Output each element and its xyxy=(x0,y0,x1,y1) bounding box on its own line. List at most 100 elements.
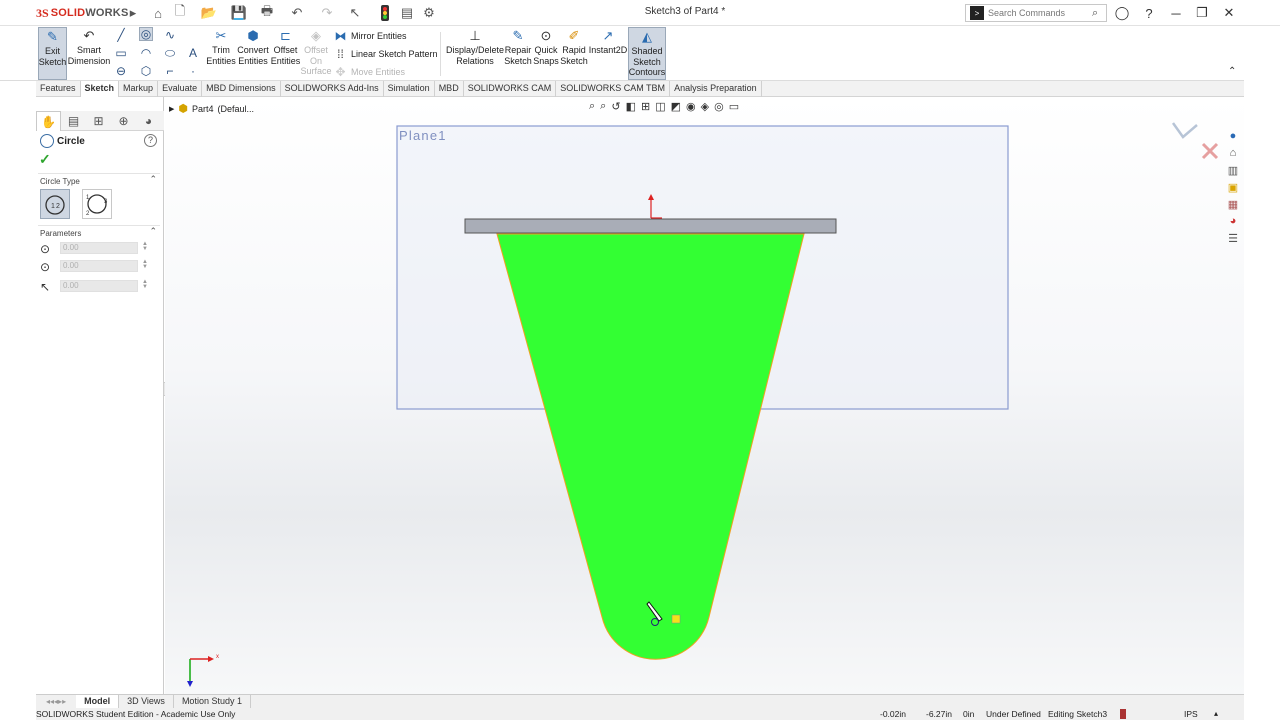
tab-features[interactable]: Features xyxy=(36,81,81,97)
task-pane-icons: ● ⌂ ▥ ▣ ▦ ◕ ☰ xyxy=(1225,128,1243,247)
smart-dimension-button[interactable]: ↶ Smart Dimension xyxy=(68,27,111,66)
feature-tree-tab-icon[interactable]: ▤ xyxy=(61,111,86,131)
polygon-icon[interactable]: ⬡ xyxy=(139,64,153,78)
tab-sketch[interactable]: Sketch xyxy=(80,81,120,97)
center-y-input[interactable]: 0.00 xyxy=(60,260,138,272)
restore-icon[interactable]: ❐ xyxy=(1192,4,1212,22)
rapid-sketch-button[interactable]: ✐ Rapid Sketch xyxy=(560,27,588,66)
file-explorer-icon[interactable]: ▣ xyxy=(1225,179,1241,195)
linear-pattern-icon: ⁞⁞ xyxy=(337,47,344,61)
text-icon[interactable]: A xyxy=(186,46,200,60)
instant2d-button[interactable]: ↗ Instant2D xyxy=(589,27,628,56)
circle-icon[interactable]: ◎ xyxy=(139,27,153,41)
fillet-icon[interactable]: ⌐ xyxy=(163,64,177,78)
repair-sketch-button[interactable]: ✎ Repair Sketch xyxy=(504,27,532,66)
print-icon[interactable]: 🖶 xyxy=(258,3,276,22)
undo-icon[interactable]: ↶ xyxy=(288,4,306,22)
center-circle-type-button[interactable]: 12 xyxy=(40,189,70,219)
tab-mbd-dimensions[interactable]: MBD Dimensions xyxy=(202,81,281,97)
spline-icon[interactable]: ∿ xyxy=(163,28,177,42)
exit-sketch-button[interactable]: ✎ Exit Sketch xyxy=(38,27,67,80)
tab-motion-study-1[interactable]: Motion Study 1 xyxy=(174,695,251,708)
custom-properties-icon[interactable]: ☰ xyxy=(1225,230,1241,246)
ribbon-divider xyxy=(440,32,441,76)
new-document-icon[interactable]: 🗋 xyxy=(171,3,189,22)
spin-y[interactable]: ▲ ▼ xyxy=(142,259,148,270)
tab-simulation[interactable]: Simulation xyxy=(384,81,435,97)
search-icon[interactable]: ⌕ xyxy=(1092,7,1106,20)
rebuild-traffic-light-icon[interactable] xyxy=(376,4,394,22)
center-x-input[interactable]: 0.00 xyxy=(60,242,138,254)
search-commands[interactable]: > Search Commands ⌕ xyxy=(965,4,1107,22)
dimxpert-tab-icon[interactable]: ⊕ xyxy=(111,111,136,131)
home-pane-icon[interactable]: ⌂ xyxy=(1225,145,1241,161)
point-icon[interactable]: · xyxy=(186,64,200,78)
expand-menu-icon[interactable]: ▸ xyxy=(124,4,142,22)
tab-analysis-preparation[interactable]: Analysis Preparation xyxy=(670,81,762,97)
configuration-tab-icon[interactable]: ⊞ xyxy=(86,111,111,131)
graphics-area[interactable]: ▶ ⬢ Part4 (Defaul... ⌕ ⌕ ↺ ◧ ⊞ ◫ ◩ ◉ ◈ ◎… xyxy=(165,97,1244,694)
tab-scroll-arrows-icon[interactable]: ◂◂◂▸▸ xyxy=(36,697,76,706)
rectangle-icon[interactable]: ▭ xyxy=(114,46,128,60)
move-entities-button[interactable]: ✥ Move Entities xyxy=(334,65,405,79)
tab-markup[interactable]: Markup xyxy=(119,81,159,97)
solidworks-resources-icon[interactable]: ● xyxy=(1225,128,1241,144)
trim-entities-button[interactable]: ✂ Trim Entities xyxy=(206,27,236,66)
help-button[interactable]: ? xyxy=(144,134,157,147)
tab-model[interactable]: Model xyxy=(76,695,120,708)
slot-icon[interactable]: ⊖ xyxy=(114,64,128,78)
radius-input[interactable]: 0.00 xyxy=(60,280,138,292)
tab-solidworks-cam-tbm[interactable]: SOLIDWORKS CAM TBM xyxy=(556,81,671,97)
terminal-icon: > xyxy=(970,6,984,20)
sketch-canvas[interactable]: x Plane1 xyxy=(165,97,1244,694)
quick-snaps-button[interactable]: ⊙ Quick Snaps xyxy=(533,27,559,66)
close-icon[interactable]: ✕ xyxy=(1219,4,1239,22)
arc-icon[interactable]: ◠ xyxy=(139,46,153,60)
file-properties-icon[interactable]: ▤ xyxy=(398,4,416,22)
shaded-sketch-contours-button[interactable]: ◭ Shaded Sketch Contours xyxy=(628,27,666,80)
line-icon[interactable]: ╱ xyxy=(114,28,128,42)
collapse-chevron-icon[interactable]: ⌃ xyxy=(149,174,157,185)
cursor-z: 0in xyxy=(963,709,975,719)
property-manager-tab-icon[interactable]: ✋ xyxy=(36,111,61,131)
design-library-icon[interactable]: ▥ xyxy=(1225,162,1241,178)
tab-mbd[interactable]: MBD xyxy=(435,81,464,97)
redo-icon[interactable]: ↷ xyxy=(318,4,336,22)
offset-entities-button[interactable]: ⊏ Offset Entities xyxy=(270,27,301,66)
confirmation-corner[interactable] xyxy=(1171,122,1219,160)
top-plate[interactable] xyxy=(464,218,837,234)
rebuild-indicator-icon[interactable] xyxy=(1120,709,1126,719)
view-palette-icon[interactable]: ▦ xyxy=(1225,196,1241,212)
display-manager-tab-icon[interactable]: ◕ xyxy=(136,111,161,131)
editing-state: Editing Sketch3 xyxy=(1048,709,1108,719)
linear-sketch-pattern-button[interactable]: ⁞⁞ Linear Sketch Pattern xyxy=(334,47,437,61)
ok-checkmark-icon[interactable]: ✓ xyxy=(39,151,51,168)
open-folder-icon[interactable]: 📂 xyxy=(200,4,218,22)
save-icon[interactable]: 💾 xyxy=(230,4,248,22)
mirror-entities-button[interactable]: ⧓ Mirror Entities xyxy=(334,29,407,43)
user-account-icon[interactable]: ◯ xyxy=(1112,4,1132,22)
ellipse-icon[interactable]: ⬭ xyxy=(163,46,177,60)
perimeter-circle-type-button[interactable]: 132 xyxy=(82,189,112,219)
display-delete-relations-button[interactable]: ⊥ Display/Delete Relations xyxy=(446,27,504,66)
shaded-sketch-contour[interactable] xyxy=(496,233,805,660)
search-input[interactable]: Search Commands xyxy=(988,8,1092,18)
options-gear-icon[interactable]: ⚙ xyxy=(420,4,438,22)
tab-solidworks-cam[interactable]: SOLIDWORKS CAM xyxy=(464,81,557,97)
appearances-icon[interactable]: ◕ xyxy=(1225,213,1241,229)
spin-x[interactable]: ▲ ▼ xyxy=(142,241,148,252)
home-icon[interactable]: ⌂ xyxy=(149,4,167,22)
convert-entities-button[interactable]: ⬢ Convert Entities xyxy=(237,27,269,66)
units-dropdown-icon[interactable]: ▴ xyxy=(1214,709,1218,718)
offset-on-surface-button[interactable]: ◈ Offset On Surface xyxy=(300,27,331,77)
select-arrow-icon[interactable]: ↖ xyxy=(346,4,364,22)
unit-system[interactable]: IPS xyxy=(1184,709,1198,719)
spin-r[interactable]: ▲ ▼ xyxy=(142,279,148,290)
help-icon[interactable]: ? xyxy=(1139,4,1159,22)
minimize-icon[interactable]: ─ xyxy=(1166,4,1186,22)
tab-evaluate[interactable]: Evaluate xyxy=(158,81,203,97)
tab-solidworks-add-ins[interactable]: SOLIDWORKS Add-Ins xyxy=(281,81,384,97)
collapse-chevron-icon[interactable]: ⌃ xyxy=(149,226,157,237)
collapse-ribbon-icon[interactable]: ⌃ xyxy=(1228,66,1236,77)
tab-3d-views[interactable]: 3D Views xyxy=(119,695,174,708)
